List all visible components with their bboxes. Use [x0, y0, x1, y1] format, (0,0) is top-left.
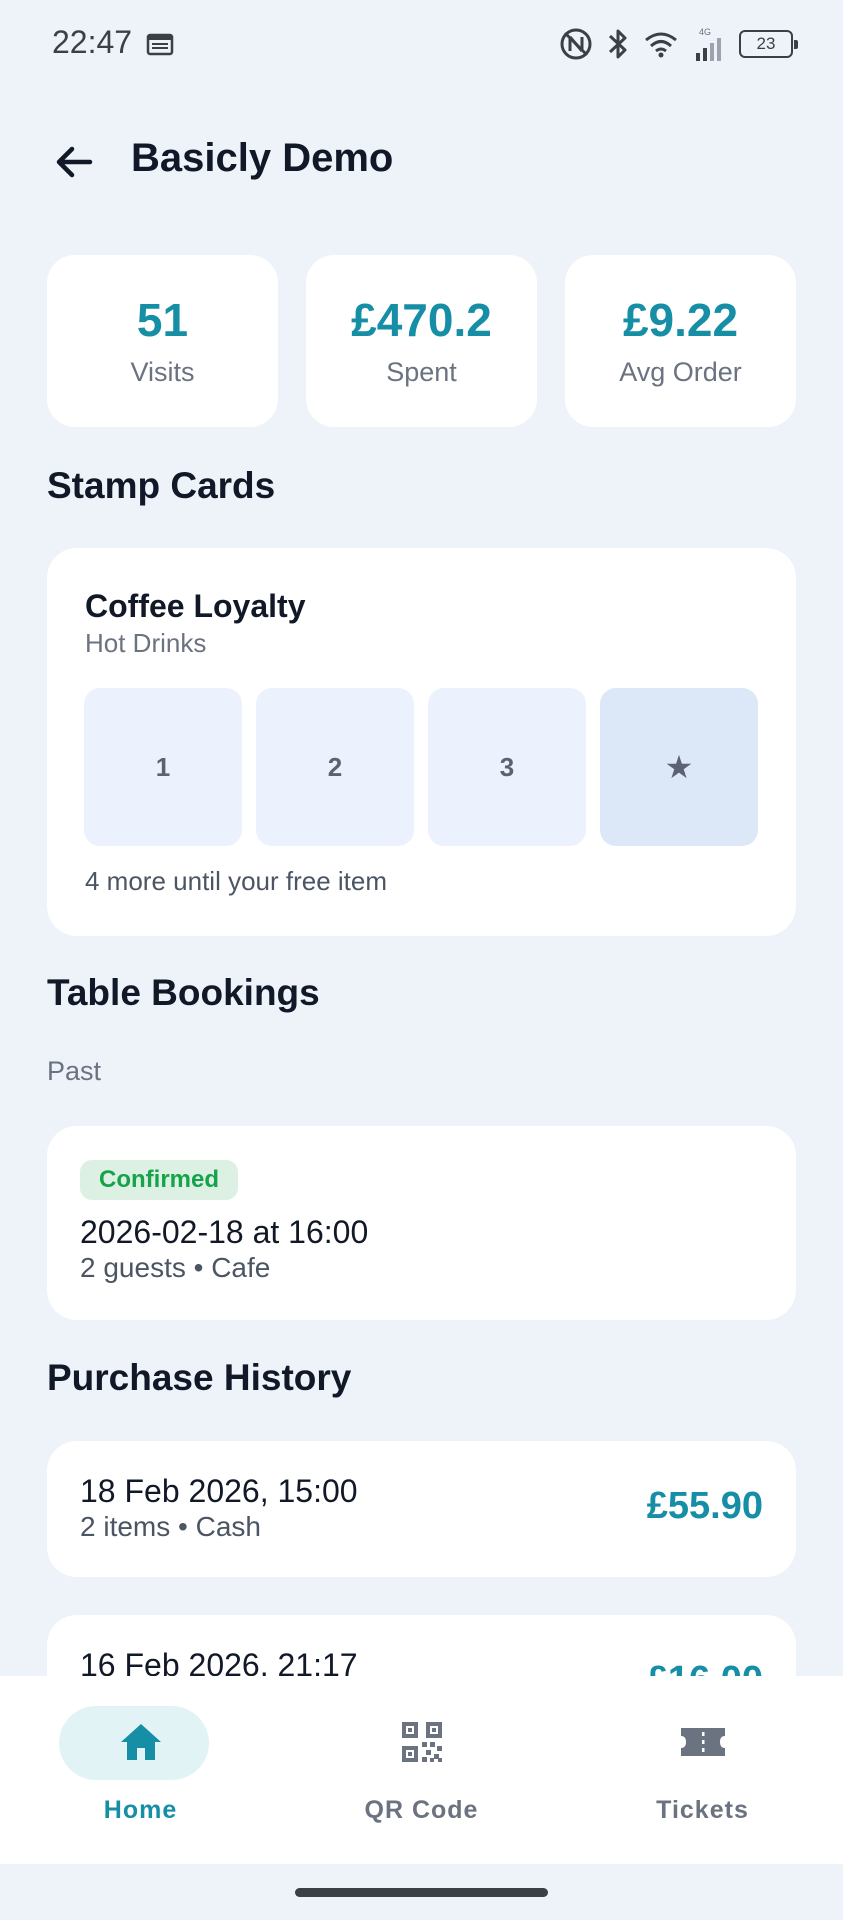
stat-value: £9.22	[622, 294, 739, 346]
calendar-icon	[146, 33, 174, 56]
stat-card-visits: 51 Visits	[47, 255, 278, 427]
ticket-icon	[680, 1728, 725, 1756]
network-type: 4G	[699, 27, 711, 37]
battery-level: 23	[756, 34, 776, 53]
purchase-date: 18 Feb 2026, 15:00	[80, 1473, 358, 1509]
nav-label: QR Code	[364, 1796, 479, 1824]
nav-item-qr-code[interactable]: QR Code	[281, 1676, 562, 1864]
stat-value: 51	[136, 294, 189, 346]
stat-label: Avg Order	[619, 357, 742, 387]
status-time: 22:47	[52, 24, 133, 60]
page-title: Basicly Demo	[131, 136, 394, 180]
nfc-icon	[560, 28, 592, 60]
section-title-purchase-history: Purchase History	[47, 1357, 352, 1398]
cellular-signal-icon: 4G	[696, 27, 721, 61]
reward-star-icon: ★	[600, 688, 758, 846]
screen: 22:47 4G 23 Basicly Demo 51 Visits £470.…	[0, 0, 843, 1920]
purchase-item[interactable]: 18 Feb 2026, 15:00 2 items • Cash £55.90	[47, 1441, 796, 1577]
wifi-icon	[645, 32, 677, 58]
qr-code-icon	[401, 1722, 442, 1762]
stamp-card-name: Coffee Loyalty	[85, 588, 306, 624]
nav-label: Home	[103, 1796, 178, 1824]
nav-item-tickets[interactable]: Tickets	[562, 1676, 843, 1864]
purchase-meta: 2 items • Cash	[80, 1511, 261, 1542]
stamp-slot: 1	[84, 688, 242, 846]
home-icon	[120, 1724, 161, 1760]
stamp-slot: 3	[428, 688, 586, 846]
stat-card-spent: £470.2 Spent	[306, 255, 537, 427]
nav-item-home[interactable]: Home	[0, 1676, 281, 1864]
stamp-card[interactable]: Coffee Loyalty Hot Drinks 1 2 3 ★ 4 more…	[47, 548, 796, 936]
section-title-table-bookings: Table Bookings	[47, 972, 320, 1013]
bottom-navigation: Home QR Code Tickets	[0, 1676, 843, 1864]
app-header: Basicly Demo	[0, 120, 843, 204]
stat-label: Visits	[130, 357, 195, 387]
arrow-left-icon	[56, 146, 93, 178]
past-bookings-label: Past	[47, 1056, 102, 1086]
stat-value: £470.2	[351, 294, 492, 346]
purchase-amount: £55.90	[646, 1485, 763, 1527]
nav-label: Tickets	[656, 1796, 749, 1824]
gesture-navigation-bar[interactable]	[295, 1888, 548, 1897]
status-icons: 4G 23	[559, 24, 798, 64]
stat-card-avg-order: £9.22 Avg Order	[565, 255, 796, 427]
status-badge: Confirmed	[80, 1160, 238, 1200]
stamp-progress-text: 4 more until your free item	[85, 866, 388, 896]
booking-card[interactable]: Confirmed 2026-02-18 at 16:00 2 guests •…	[47, 1126, 796, 1320]
stamp-card-category: Hot Drinks	[85, 628, 207, 658]
booking-details: 2 guests • Cafe	[80, 1252, 271, 1283]
section-title-stamp-cards: Stamp Cards	[47, 465, 276, 506]
booking-datetime: 2026-02-18 at 16:00	[80, 1214, 369, 1250]
stat-label: Spent	[386, 357, 457, 387]
bluetooth-icon	[608, 29, 627, 59]
back-button[interactable]	[46, 134, 102, 190]
battery-icon: 23	[739, 30, 798, 58]
status-bar: 22:47 4G 23	[0, 0, 843, 90]
stamp-slot: 2	[256, 688, 414, 846]
